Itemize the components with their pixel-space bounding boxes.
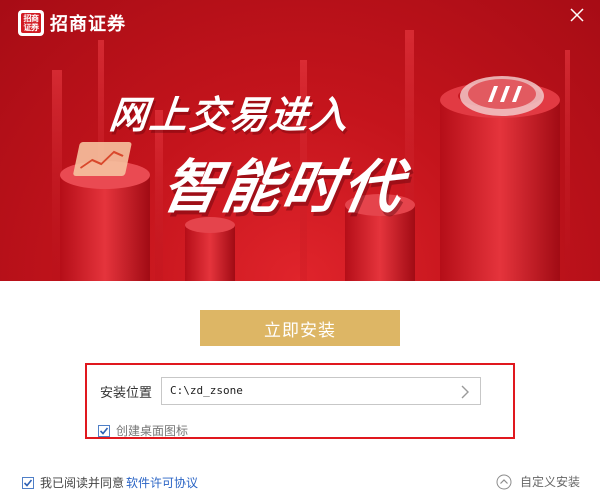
desktop-shortcut-checkbox[interactable] bbox=[98, 424, 110, 437]
brand-logo: 招商证券 招商证券 bbox=[18, 10, 126, 36]
headline-line-2: 智能时代 bbox=[157, 153, 410, 221]
install-path-label: 安装位置 bbox=[100, 386, 153, 401]
license-agreement-row: 我已阅读并同意 软件许可协议 bbox=[22, 474, 198, 491]
hero-banner: 招商证券 招商证券 网上交易进入 智能时代 bbox=[0, 0, 600, 281]
install-options-box: 安装位置 C:\zd_zsone 创建桌面图标 bbox=[85, 363, 515, 439]
chevron-up-circle-icon bbox=[496, 474, 512, 489]
agree-text: 我已阅读并同意 bbox=[40, 476, 125, 490]
install-path-value: C:\zd_zsone bbox=[170, 384, 243, 397]
checkmark-icon bbox=[99, 426, 109, 435]
badge-icon bbox=[460, 76, 544, 116]
agree-checkbox[interactable] bbox=[22, 476, 34, 489]
logo-mark-text: 招商证券 bbox=[21, 13, 41, 33]
checkmark-icon bbox=[23, 478, 33, 487]
desktop-shortcut-option[interactable]: 创建桌面图标 bbox=[98, 422, 188, 439]
close-icon[interactable] bbox=[566, 4, 588, 26]
desktop-shortcut-label: 创建桌面图标 bbox=[116, 424, 189, 438]
custom-install-label: 自定义安装 bbox=[519, 475, 580, 489]
install-path-field[interactable]: C:\zd_zsone bbox=[161, 377, 481, 405]
license-link[interactable]: 软件许可协议 bbox=[126, 474, 198, 491]
headline-line-1: 网上交易进入 bbox=[107, 93, 352, 137]
custom-install-button[interactable]: 自定义安装 bbox=[496, 473, 580, 490]
logo-icon: 招商证券 bbox=[18, 10, 44, 36]
installer-window: 招商证券 招商证券 网上交易进入 智能时代 立即安装 安装位置 C:\zd_zs… bbox=[0, 0, 600, 500]
brand-name: 招商证券 bbox=[50, 14, 126, 35]
chevron-right-icon[interactable] bbox=[460, 385, 470, 399]
install-now-button[interactable]: 立即安装 bbox=[200, 310, 400, 346]
